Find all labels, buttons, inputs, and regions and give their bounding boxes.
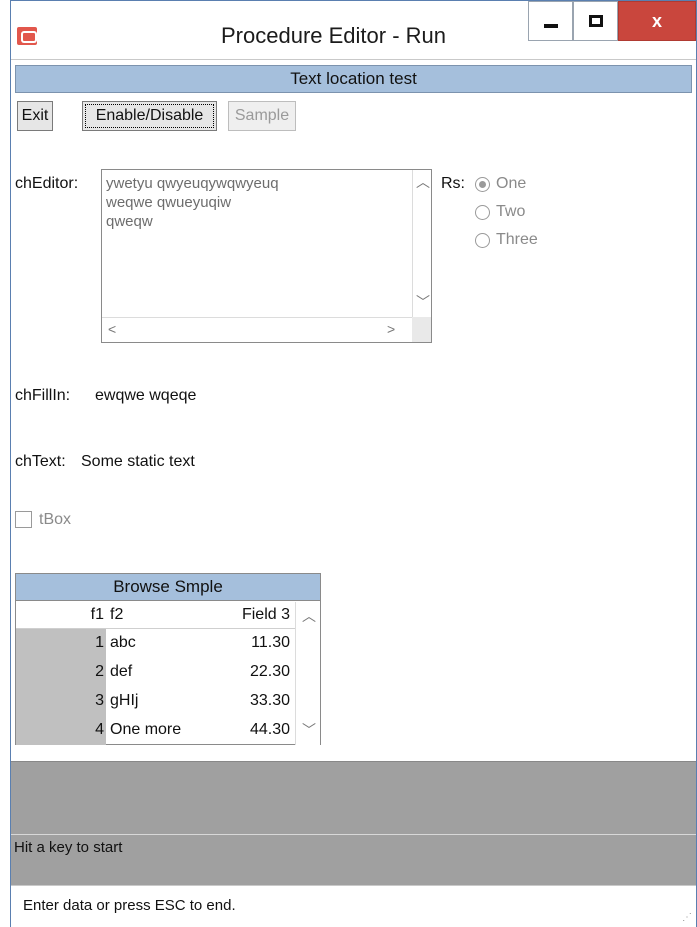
table-row[interactable]: 2 def 22.30 [16, 658, 320, 687]
editor-horizontal-scrollbar[interactable]: < > [102, 317, 412, 342]
cell-f2: gHIj [110, 692, 139, 709]
cell-f2: abc [110, 634, 136, 651]
close-icon: x [651, 10, 662, 31]
browse-vertical-scrollbar[interactable]: ︿ ﹀ [295, 602, 320, 745]
table-row[interactable]: 3 gHIj 33.30 [16, 687, 320, 716]
resize-grip-icon[interactable]: ⋰ [682, 912, 692, 923]
radio-option-two[interactable]: Two [475, 203, 525, 221]
row-number: 4 [16, 716, 106, 745]
text-label: chText: [15, 453, 66, 470]
radio-option-label: One [496, 175, 527, 192]
window-title: Procedure Editor - Run [221, 23, 446, 48]
status-hint: Enter data or press ESC to end. [23, 897, 236, 914]
tbox-checkbox[interactable] [15, 511, 32, 528]
cell-field3: 44.30 [249, 721, 290, 738]
scroll-down-icon[interactable]: ﹀ [416, 292, 430, 312]
cell-field3: 22.30 [249, 663, 290, 680]
background-window-edge [0, 0, 10, 927]
radio-empty-icon [475, 204, 490, 220]
radio-empty-icon [475, 232, 490, 248]
scroll-left-icon[interactable]: < [108, 321, 116, 337]
fillin-value[interactable]: ewqwe wqeqe [95, 387, 196, 405]
status-message: Hit a key to start [11, 834, 696, 885]
enable-disable-button[interactable]: Enable/Disable [82, 101, 217, 131]
maximize-icon [588, 15, 603, 27]
column-header-field3[interactable]: Field 3 [200, 601, 292, 628]
browse-grid[interactable]: Browse Smple f1 f2 Field 3 1 abc 11.30 2… [15, 573, 321, 745]
fillin-label: chFillIn: [15, 387, 71, 404]
row-number: 1 [16, 629, 106, 658]
browse-title: Browse Smple [16, 574, 320, 601]
sample-button[interactable]: Sample [228, 101, 296, 131]
scrollbar-corner [412, 317, 431, 342]
editor-text: ywetyu qwyeuqywqwyeuq weqwe qwueyuqiw qw… [106, 175, 279, 230]
cell-field3: 33.30 [249, 692, 290, 709]
close-button[interactable]: x [618, 1, 696, 41]
radio-option-three[interactable]: Three [475, 231, 538, 249]
scroll-up-icon[interactable]: ︿ [416, 172, 430, 192]
editor-vertical-scrollbar[interactable]: ︿ ﹀ [412, 170, 431, 318]
tbox-label: tBox [39, 511, 72, 528]
text-value: Some static text [81, 453, 195, 470]
radio-option-one[interactable]: One [475, 175, 526, 193]
minimize-icon [543, 24, 558, 28]
maximize-button[interactable] [573, 1, 618, 41]
status-bar: Enter data or press ESC to end. ⋰ [11, 885, 696, 927]
scroll-up-icon[interactable]: ︿ [302, 606, 316, 626]
column-header-f2[interactable]: f2 [108, 601, 198, 628]
radio-option-label: Three [496, 231, 538, 248]
editor-textarea[interactable]: ywetyu qwyeuqywqwyeuq weqwe qwueyuqiw qw… [101, 169, 432, 343]
minimize-button[interactable] [528, 1, 573, 41]
cell-f2: def [110, 663, 133, 680]
scroll-right-icon[interactable]: > [387, 321, 395, 337]
table-row[interactable]: 1 abc 11.30 [16, 629, 320, 658]
scroll-down-icon[interactable]: ﹀ [302, 720, 316, 740]
editor-label: chEditor: [15, 175, 79, 192]
cell-f2: One more [110, 721, 182, 738]
cell-field3: 11.30 [251, 634, 290, 651]
exit-button[interactable]: Exit [17, 101, 53, 131]
frame-content: Text location test Exit Enable/Disable S… [11, 61, 696, 927]
frame-title: Text location test [15, 65, 692, 93]
browse-header-row: f1 f2 Field 3 [16, 601, 320, 629]
row-number: 2 [16, 658, 106, 687]
radio-selected-icon [475, 176, 490, 192]
radio-option-label: Two [496, 203, 526, 220]
row-number: 3 [16, 687, 106, 716]
app-icon [17, 27, 37, 45]
procedure-editor-window: Procedure Editor - Run x Text location t… [10, 0, 697, 927]
table-row[interactable]: 4 One more 44.30 [16, 716, 320, 745]
title-bar[interactable]: Procedure Editor - Run x [11, 1, 696, 60]
radio-set-label: Rs: [441, 175, 465, 192]
column-header-f1[interactable]: f1 [16, 601, 106, 628]
